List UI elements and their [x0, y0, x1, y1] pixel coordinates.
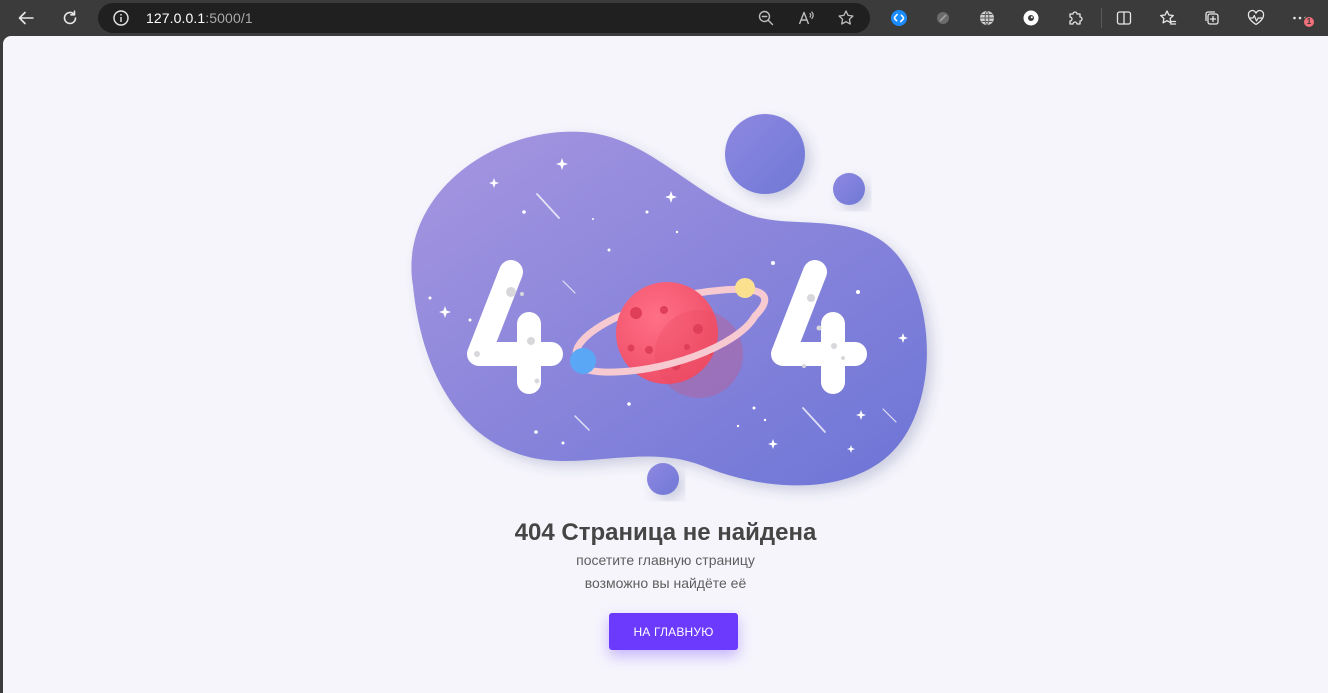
globe-extension-icon[interactable] — [972, 3, 1002, 33]
error-subtitle-line-2: возможно вы найдёте её — [584, 575, 747, 591]
blue-moon — [570, 348, 596, 374]
favorite-star-icon[interactable] — [834, 6, 858, 30]
collections-icon[interactable] — [1197, 3, 1227, 33]
address-host: 127.0.0.1 — [146, 10, 206, 26]
back-arrow-icon[interactable] — [11, 3, 41, 33]
small-floating-bubble — [833, 173, 865, 205]
404-illustration — [411, 114, 927, 495]
info-icon[interactable] — [112, 9, 130, 27]
shazam-extension-icon[interactable] — [884, 3, 914, 33]
yellow-moon — [735, 278, 755, 298]
favorites-icon[interactable] — [1153, 3, 1183, 33]
toolbar-separator — [1101, 8, 1102, 28]
bottom-floating-bubble — [647, 463, 679, 495]
page-viewport: 404 Страница не найдена посетите главную… — [3, 36, 1328, 693]
browser-essentials-icon[interactable] — [1241, 3, 1271, 33]
address-path: :5000/1 — [205, 10, 253, 26]
dark-extension-icon[interactable] — [928, 3, 958, 33]
split-screen-icon[interactable] — [1109, 3, 1139, 33]
read-aloud-icon[interactable] — [794, 6, 818, 30]
browser-toolbar: 127.0.0.1:5000/1 1 — [0, 0, 1328, 36]
notification-badge: 1 — [1303, 16, 1315, 28]
zoom-out-icon[interactable] — [754, 6, 778, 30]
circle-extension-icon[interactable] — [1016, 3, 1046, 33]
home-button[interactable]: НА ГЛАВНУЮ — [609, 613, 738, 650]
error-subtitle-line-1: посетите главную страницу — [576, 552, 755, 568]
address-url[interactable]: 127.0.0.1:5000/1 — [146, 10, 253, 26]
large-floating-bubble — [725, 114, 805, 194]
error-heading: 404 Страница не найдена — [3, 519, 1328, 547]
refresh-icon[interactable] — [55, 3, 85, 33]
address-bar[interactable]: 127.0.0.1:5000/1 — [98, 3, 870, 33]
extensions-puzzle-icon[interactable] — [1060, 3, 1090, 33]
error-code: 404 — [514, 519, 555, 546]
error-title: Страница не найдена — [561, 519, 817, 546]
